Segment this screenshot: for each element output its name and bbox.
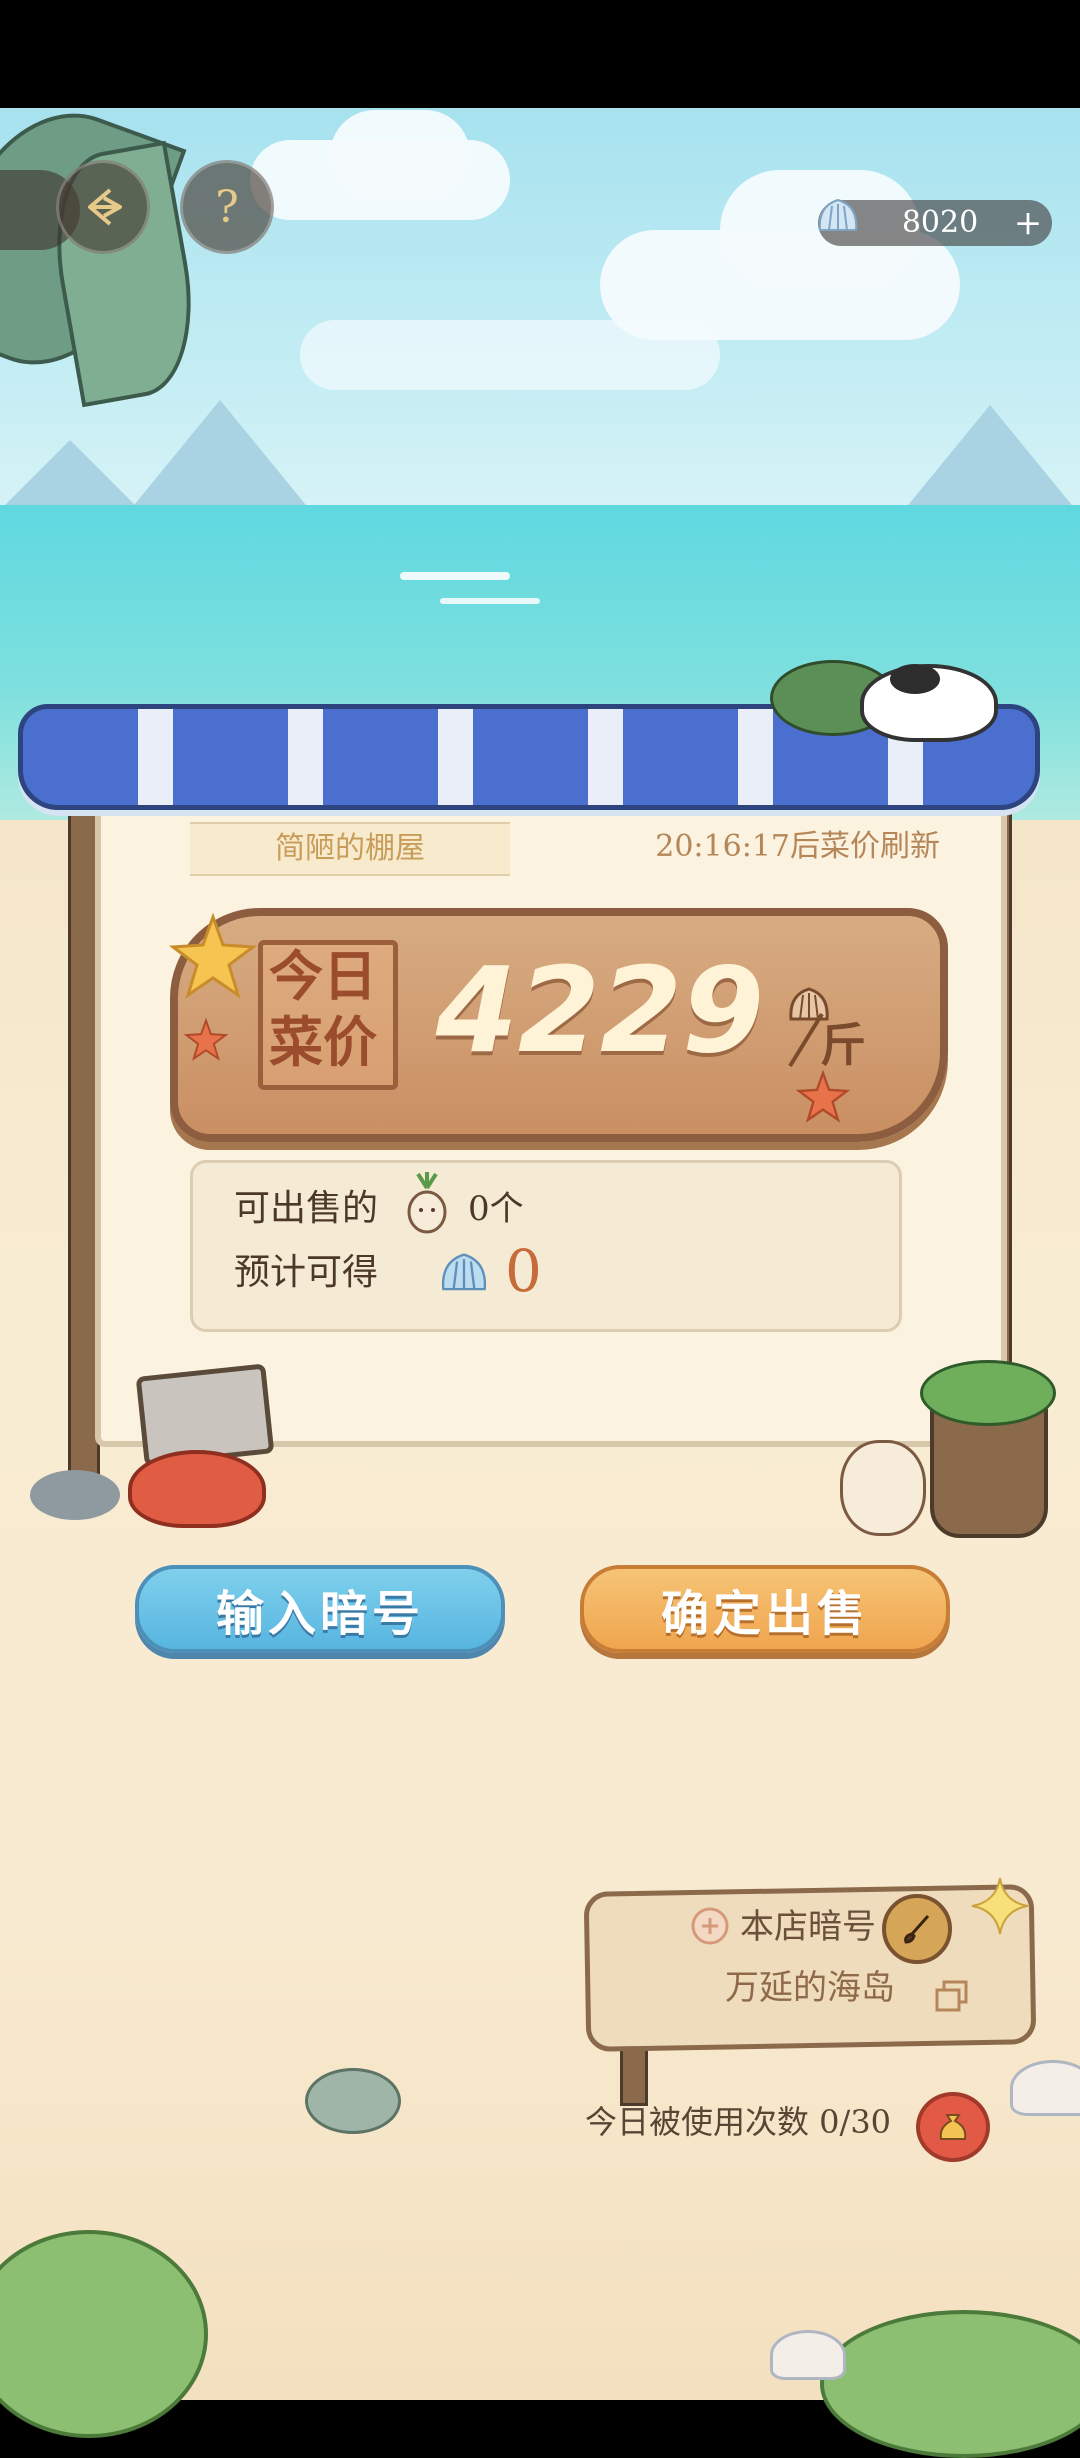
price-unit: 斤 xyxy=(820,1018,866,1072)
mountain xyxy=(0,440,140,510)
enter-code-button[interactable]: 输入暗号 xyxy=(135,1565,505,1653)
reward-bag-button[interactable] xyxy=(916,2092,990,2162)
seashell xyxy=(770,2330,846,2380)
starfish-icon xyxy=(168,912,258,999)
bush xyxy=(820,2310,1080,2458)
sellable-label: 可出售的 xyxy=(234,1188,379,1229)
shop-name: 简陋的棚屋 xyxy=(190,822,510,876)
confirm-sell-button[interactable]: 确定出售 xyxy=(580,1565,950,1653)
help-icon: ? xyxy=(215,181,239,233)
code-badge-icon xyxy=(691,1907,729,1945)
mountain xyxy=(130,400,310,510)
seagull-head xyxy=(890,664,940,694)
mountain xyxy=(900,405,1080,515)
edit-code-button[interactable] xyxy=(882,1894,952,1964)
wave xyxy=(400,572,510,580)
price-refresh-timer: 20:16:17后菜价刷新 xyxy=(655,829,940,864)
add-currency-button[interactable]: + xyxy=(1006,200,1050,246)
cloud xyxy=(300,320,720,390)
copy-icon[interactable] xyxy=(934,1980,970,2012)
crab-shadow xyxy=(305,2068,401,2134)
expected-earnings: 0 xyxy=(505,1237,542,1305)
wave xyxy=(440,598,540,604)
radish-character xyxy=(840,1440,926,1536)
code-usage-count: 今日被使用次数 0/30 xyxy=(585,2103,892,2141)
starfish-icon xyxy=(184,1018,228,1061)
radish-icon xyxy=(407,1172,447,1234)
price-value: 4229 xyxy=(435,941,765,1079)
expected-label: 预计可得 xyxy=(234,1252,379,1293)
rock xyxy=(30,1470,120,1520)
seashell xyxy=(1010,2060,1080,2116)
status-bar xyxy=(0,0,1080,108)
shell-icon xyxy=(818,198,858,231)
cloud xyxy=(330,110,470,200)
basket-leaves xyxy=(920,1360,1056,1426)
back-arrow-icon xyxy=(88,188,122,226)
currency-value: 8020 xyxy=(901,205,979,240)
price-title-line1: 今日 xyxy=(269,945,377,1008)
sellable-count: 0个 xyxy=(468,1189,524,1229)
price-title-line2: 菜价 xyxy=(269,1011,377,1074)
shell-icon xyxy=(441,1253,487,1291)
brush-icon xyxy=(904,1915,930,1944)
shop-code-value: 万延的海岛 xyxy=(725,1968,895,2008)
crab xyxy=(128,1450,266,1528)
sparkle-icon xyxy=(971,1877,1029,1935)
back-button[interactable] xyxy=(56,160,150,254)
money-bag-icon xyxy=(939,2114,967,2140)
help-button[interactable]: ? xyxy=(180,160,274,254)
